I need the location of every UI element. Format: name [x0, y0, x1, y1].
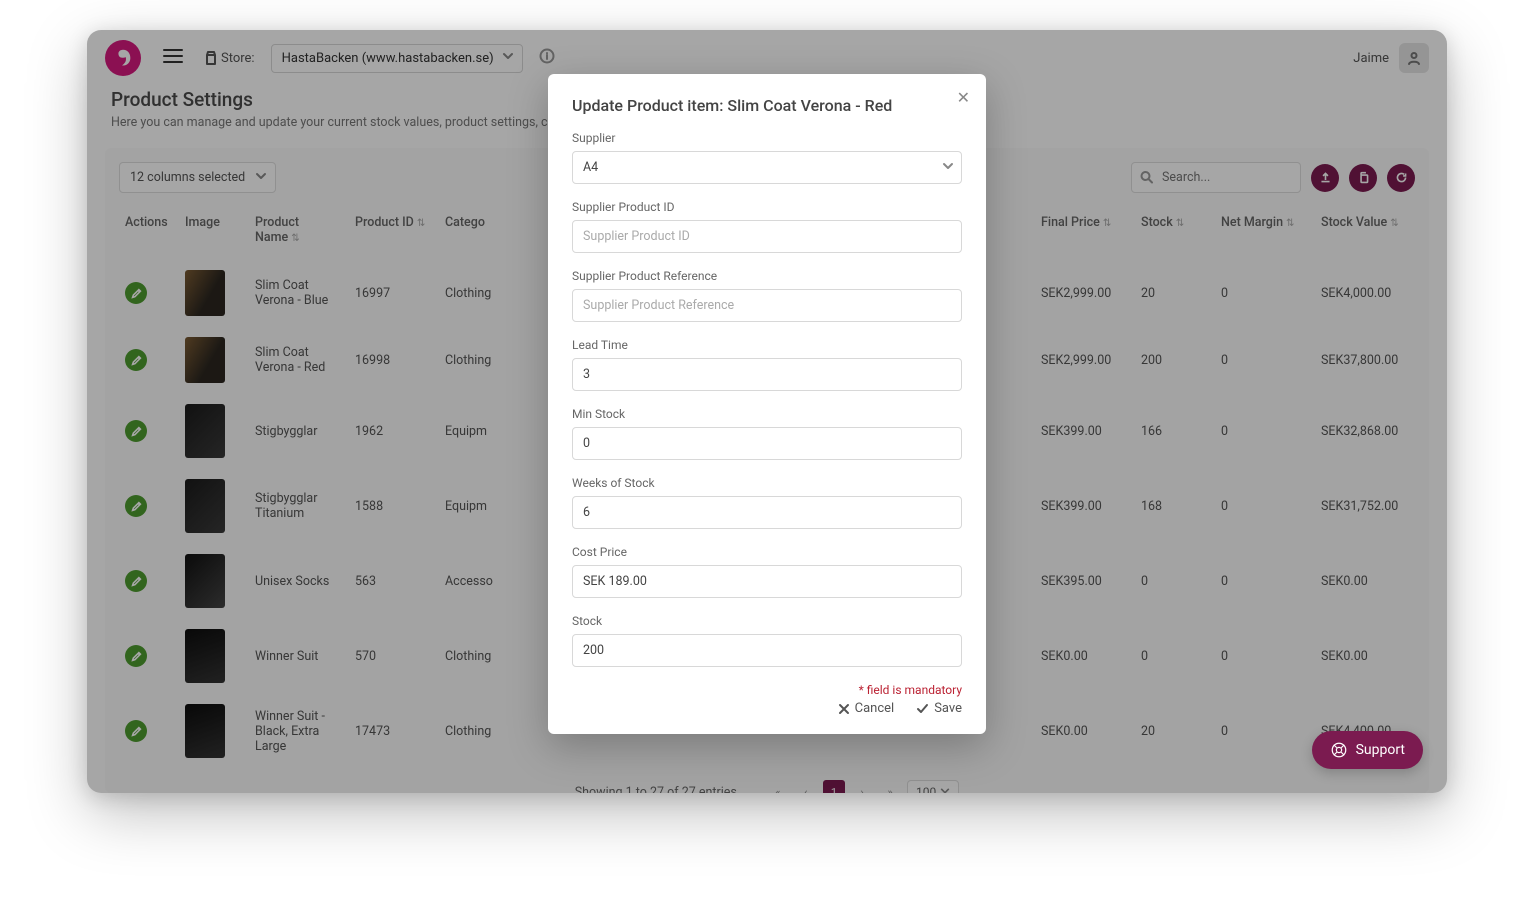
field-supplier-product-id: Supplier Product ID [572, 200, 962, 253]
cost-price-input[interactable] [572, 565, 962, 598]
weeks-input[interactable] [572, 496, 962, 529]
supplier-ref-input[interactable] [572, 289, 962, 322]
support-icon [1330, 741, 1348, 759]
min-stock-input[interactable] [572, 427, 962, 460]
supplier-pid-label: Supplier Product ID [572, 200, 962, 214]
field-supplier: Supplier A4 [572, 131, 962, 184]
chevron-down-icon [942, 160, 954, 176]
field-min-stock: Min Stock [572, 407, 962, 460]
modal-title: Update Product item: Slim Coat Verona - … [572, 96, 962, 115]
supplier-label: Supplier [572, 131, 962, 145]
field-stock: Stock [572, 614, 962, 667]
min-stock-label: Min Stock [572, 407, 962, 421]
field-cost-price: Cost Price [572, 545, 962, 598]
weeks-label: Weeks of Stock [572, 476, 962, 490]
lead-time-input[interactable] [572, 358, 962, 391]
supplier-pid-input[interactable] [572, 220, 962, 253]
supplier-select[interactable]: A4 [572, 151, 962, 184]
lead-time-label: Lead Time [572, 338, 962, 352]
supplier-value: A4 [583, 160, 598, 175]
modal-close-button[interactable]: ✕ [957, 90, 970, 106]
supplier-ref-label: Supplier Product Reference [572, 269, 962, 283]
cost-price-label: Cost Price [572, 545, 962, 559]
modal-actions: Cancel Save [572, 701, 962, 716]
check-icon [916, 703, 929, 715]
close-icon [838, 703, 850, 715]
update-product-modal: ✕ Update Product item: Slim Coat Verona … [548, 74, 986, 734]
save-button[interactable]: Save [916, 701, 962, 716]
stock-label: Stock [572, 614, 962, 628]
field-lead-time: Lead Time [572, 338, 962, 391]
support-label: Support [1356, 742, 1405, 758]
app-window: Store: HastaBacken (www.hastabacken.se) … [87, 30, 1447, 793]
support-button[interactable]: Support [1312, 731, 1423, 769]
stock-input[interactable] [572, 634, 962, 667]
field-weeks-of-stock: Weeks of Stock [572, 476, 962, 529]
field-supplier-reference: Supplier Product Reference [572, 269, 962, 322]
mandatory-note: * field is mandatory [572, 683, 962, 697]
cancel-button[interactable]: Cancel [838, 701, 895, 716]
